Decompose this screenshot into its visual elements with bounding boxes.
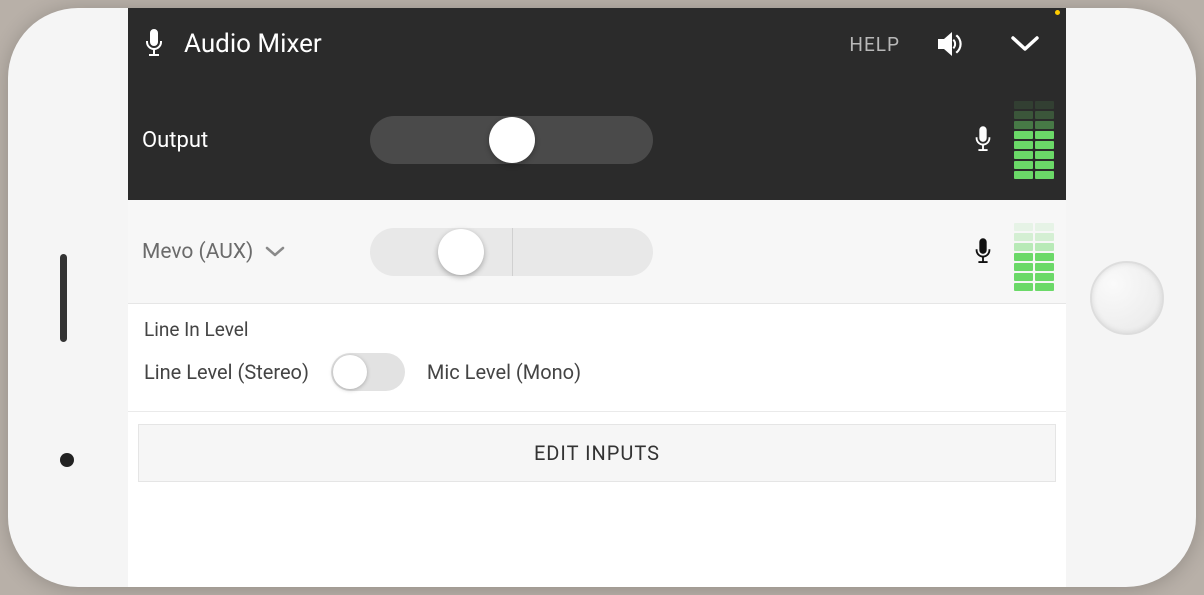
input-source-dropdown[interactable]: Mevo (AUX): [142, 240, 352, 264]
toggle-knob: [333, 355, 367, 389]
earpiece-speaker: [60, 254, 67, 342]
header-bar: Audio Mixer HELP: [128, 8, 1066, 80]
output-level-meter: [1012, 101, 1056, 179]
line-in-toggle[interactable]: [331, 353, 405, 391]
front-camera: [60, 453, 74, 467]
chevron-down-icon: [265, 240, 285, 264]
phone-left-hardware: [8, 8, 128, 587]
phone-frame: Audio Mixer HELP Output: [8, 8, 1196, 587]
input-slider-thumb[interactable]: [438, 229, 484, 275]
microphone-icon[interactable]: [142, 29, 166, 59]
output-slider-thumb[interactable]: [489, 117, 535, 163]
page-title: Audio Mixer: [184, 29, 831, 59]
line-in-heading: Line In Level: [144, 318, 1050, 341]
edit-inputs-label: EDIT INPUTS: [534, 441, 660, 465]
slider-center-divider: [512, 228, 513, 276]
microphone-icon[interactable]: [972, 126, 994, 154]
line-in-section: Line In Level Line Level (Stereo) Mic Le…: [128, 304, 1066, 412]
app-screen: Audio Mixer HELP Output: [128, 8, 1066, 587]
line-level-stereo-label: Line Level (Stereo): [144, 360, 309, 384]
phone-right-hardware: [1066, 8, 1196, 587]
home-button[interactable]: [1090, 261, 1164, 335]
input-row: Mevo (AUX): [128, 200, 1066, 304]
output-row: Output: [128, 80, 1066, 200]
mic-level-mono-label: Mic Level (Mono): [427, 360, 581, 384]
status-dot: [1055, 10, 1060, 15]
input-level-meter: [1012, 213, 1056, 291]
input-balance-slider[interactable]: [370, 228, 653, 276]
input-source-label: Mevo (AUX): [142, 240, 253, 264]
help-button[interactable]: HELP: [849, 33, 900, 56]
output-label: Output: [142, 128, 352, 153]
speaker-icon[interactable]: [938, 30, 970, 58]
output-slider[interactable]: [370, 116, 653, 164]
chevron-down-icon[interactable]: [1010, 35, 1040, 53]
edit-inputs-button[interactable]: EDIT INPUTS: [138, 424, 1056, 482]
microphone-icon[interactable]: [972, 238, 994, 266]
